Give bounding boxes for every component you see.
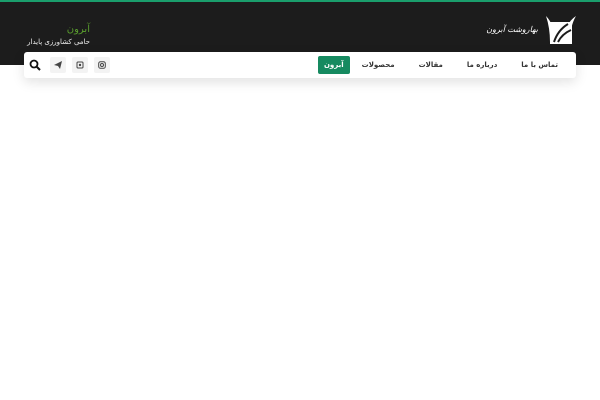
navbar: آبرون محصولات مقالات درباره ما تماس با م… — [24, 52, 576, 78]
leaf-logo-icon — [546, 16, 576, 44]
telegram-icon[interactable] — [50, 57, 66, 73]
brand-title: آبرون — [66, 24, 90, 35]
menu-item-products[interactable]: محصولات — [350, 61, 407, 69]
brand-tagline: آبرون حامی کشاورزی پایدار — [27, 24, 90, 46]
logo[interactable]: بهاروشت آبرون — [486, 14, 578, 44]
menu-item-contact[interactable]: تماس با ما — [509, 61, 570, 69]
menu-item-home[interactable]: آبرون — [317, 56, 350, 74]
main-menu: آبرون محصولات مقالات درباره ما تماس با م… — [310, 56, 570, 74]
brand-subtitle: حامی کشاورزی پایدار — [27, 38, 90, 46]
logo-text: بهاروشت آبرون — [486, 24, 538, 34]
menu-item-articles[interactable]: مقالات — [407, 61, 455, 69]
menu-item-about[interactable]: درباره ما — [455, 61, 509, 69]
aparat-icon[interactable] — [72, 57, 88, 73]
search-icon[interactable] — [28, 58, 42, 72]
instagram-icon[interactable] — [94, 57, 110, 73]
